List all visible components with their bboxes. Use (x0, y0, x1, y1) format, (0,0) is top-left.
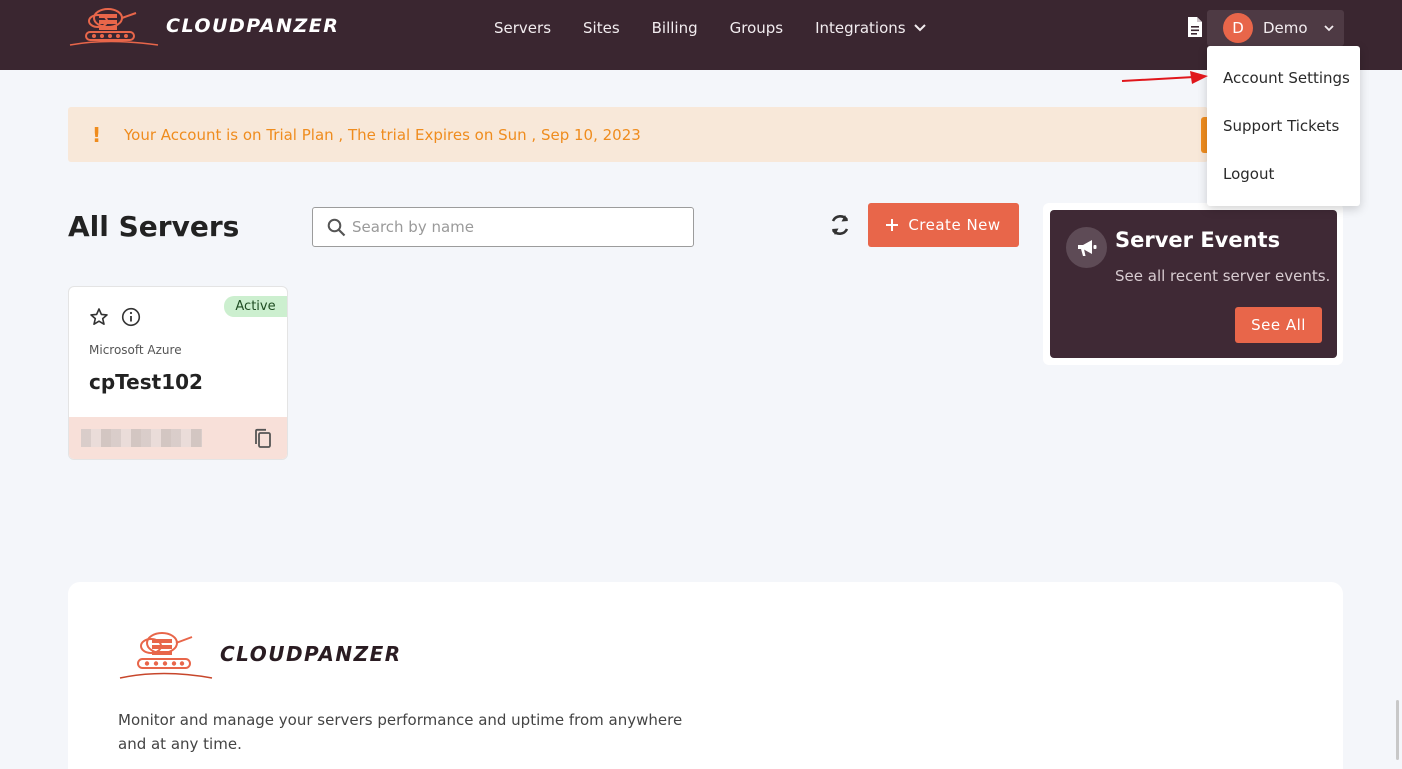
search-box (312, 207, 694, 247)
main-nav: Servers Sites Billing Groups Integration… (494, 16, 926, 40)
search-icon (327, 218, 346, 236)
search-input[interactable] (352, 218, 672, 236)
user-dropdown-menu: Account Settings Support Tickets Logout (1207, 46, 1360, 206)
chevron-down-icon (1323, 24, 1334, 31)
user-name: Demo (1263, 19, 1308, 37)
server-card-actions (89, 307, 141, 327)
create-new-label: Create New (908, 216, 1001, 234)
server-provider: Microsoft Azure (89, 343, 182, 357)
page-footer: CLOUDPANZER Monitor and manage your serv… (68, 582, 1343, 769)
avatar: D (1223, 13, 1253, 43)
warning-icon: ! (92, 122, 102, 147)
user-menu-button[interactable]: D Demo (1207, 10, 1344, 46)
server-card[interactable]: Active Microsoft Azure cpTest102 (68, 286, 288, 460)
create-new-button[interactable]: Create New (868, 203, 1019, 247)
footer-description: Monitor and manage your servers performa… (118, 711, 683, 753)
see-all-button[interactable]: See All (1235, 307, 1322, 343)
refresh-icon[interactable] (828, 212, 852, 238)
nav-billing[interactable]: Billing (652, 16, 698, 40)
tank-logo-icon (69, 8, 159, 46)
brand-logo[interactable]: CLOUDPANZER (68, 4, 339, 48)
annotation-arrow-icon (1121, 71, 1208, 84)
megaphone-icon (1066, 227, 1107, 268)
copy-icon[interactable] (253, 428, 273, 450)
document-icon[interactable] (1186, 16, 1204, 38)
server-events-title: Server Events (1115, 228, 1281, 252)
info-icon[interactable] (121, 307, 141, 327)
nav-integrations[interactable]: Integrations (815, 16, 926, 40)
scrollbar-thumb[interactable] (1396, 700, 1399, 760)
nav-groups[interactable]: Groups (730, 16, 783, 40)
page-title: All Servers (68, 210, 240, 243)
plus-icon (886, 219, 899, 231)
star-icon[interactable] (89, 307, 109, 327)
server-events-card: Server Events See all recent server even… (1050, 210, 1337, 358)
nav-integrations-label: Integrations (815, 19, 906, 37)
tank-logo-icon (119, 632, 213, 679)
server-events-subtitle: See all recent server events. (1115, 267, 1331, 285)
redacted-ip-address (81, 429, 202, 447)
menu-item-account-settings[interactable]: Account Settings (1207, 54, 1360, 102)
brand-name: CLOUDPANZER (166, 15, 340, 37)
trial-banner: ! Your Account is on Trial Plan , The tr… (68, 107, 1208, 162)
nav-sites[interactable]: Sites (583, 16, 620, 40)
status-badge: Active (224, 296, 287, 317)
footer-brand-name: CLOUDPANZER (220, 642, 402, 666)
server-name[interactable]: cpTest102 (89, 370, 203, 394)
footer-brand-logo: CLOUDPANZER (118, 627, 402, 681)
chevron-down-icon (913, 24, 926, 32)
trial-banner-text: Your Account is on Trial Plan , The tria… (124, 125, 641, 144)
menu-item-logout[interactable]: Logout (1207, 150, 1360, 198)
server-events-panel: Server Events See all recent server even… (1043, 203, 1343, 365)
nav-servers[interactable]: Servers (494, 16, 551, 40)
top-navbar: CLOUDPANZER Servers Sites Billing Groups… (0, 0, 1402, 70)
server-card-footer (69, 417, 287, 459)
menu-item-support-tickets[interactable]: Support Tickets (1207, 102, 1360, 150)
